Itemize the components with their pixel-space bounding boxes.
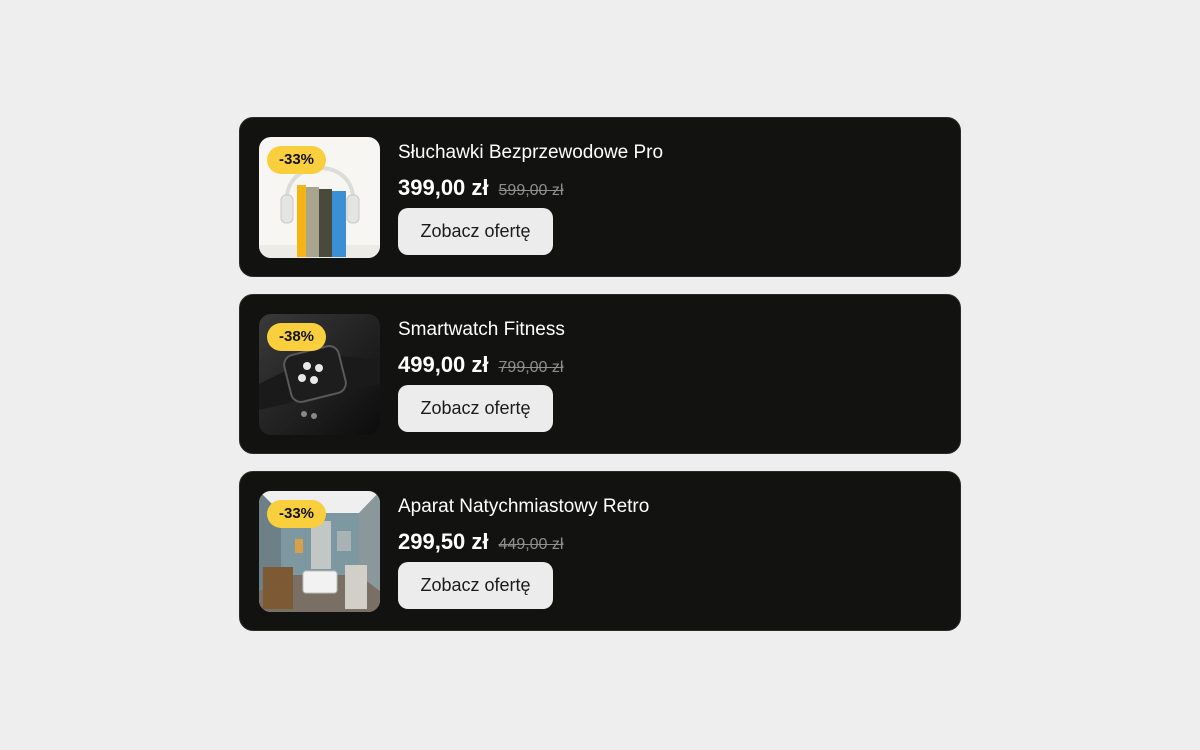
product-image[interactable]: -33% (259, 491, 380, 612)
price-row: 499,00 zł 799,00 zł (398, 351, 563, 379)
product-list: -33% Słuchawki Bezprzewodowe Pro 399,00 … (239, 117, 961, 631)
discount-badge: -33% (267, 500, 327, 528)
product-title: Słuchawki Bezprzewodowe Pro (398, 142, 664, 163)
product-image[interactable]: -33% (259, 137, 380, 258)
view-offer-button[interactable]: Zobacz ofertę (398, 208, 553, 255)
price-row: 399,00 zł 599,00 zł (398, 174, 563, 202)
old-price: 599,00 zł (498, 182, 564, 199)
old-price: 449,00 zł (498, 536, 564, 553)
view-offer-button[interactable]: Zobacz ofertę (398, 562, 553, 609)
current-price: 299,50 zł (398, 529, 489, 554)
old-price: 799,00 zł (498, 359, 564, 376)
product-card: -38% Smartwatch Fitness 499,00 zł 799,00… (239, 294, 961, 454)
current-price: 399,00 zł (398, 175, 489, 200)
discount-badge: -33% (267, 146, 327, 174)
product-title: Smartwatch Fitness (398, 319, 565, 340)
product-image[interactable]: -38% (259, 314, 380, 435)
current-price: 499,00 zł (398, 352, 489, 377)
discount-badge: -38% (267, 323, 327, 351)
product-card: -33% Aparat Natychmiastowy Retro 299,50 … (239, 471, 961, 631)
price-row: 299,50 zł 449,00 zł (398, 528, 563, 556)
product-card: -33% Słuchawki Bezprzewodowe Pro 399,00 … (239, 117, 961, 277)
product-title: Aparat Natychmiastowy Retro (398, 496, 650, 517)
view-offer-button[interactable]: Zobacz ofertę (398, 385, 553, 432)
